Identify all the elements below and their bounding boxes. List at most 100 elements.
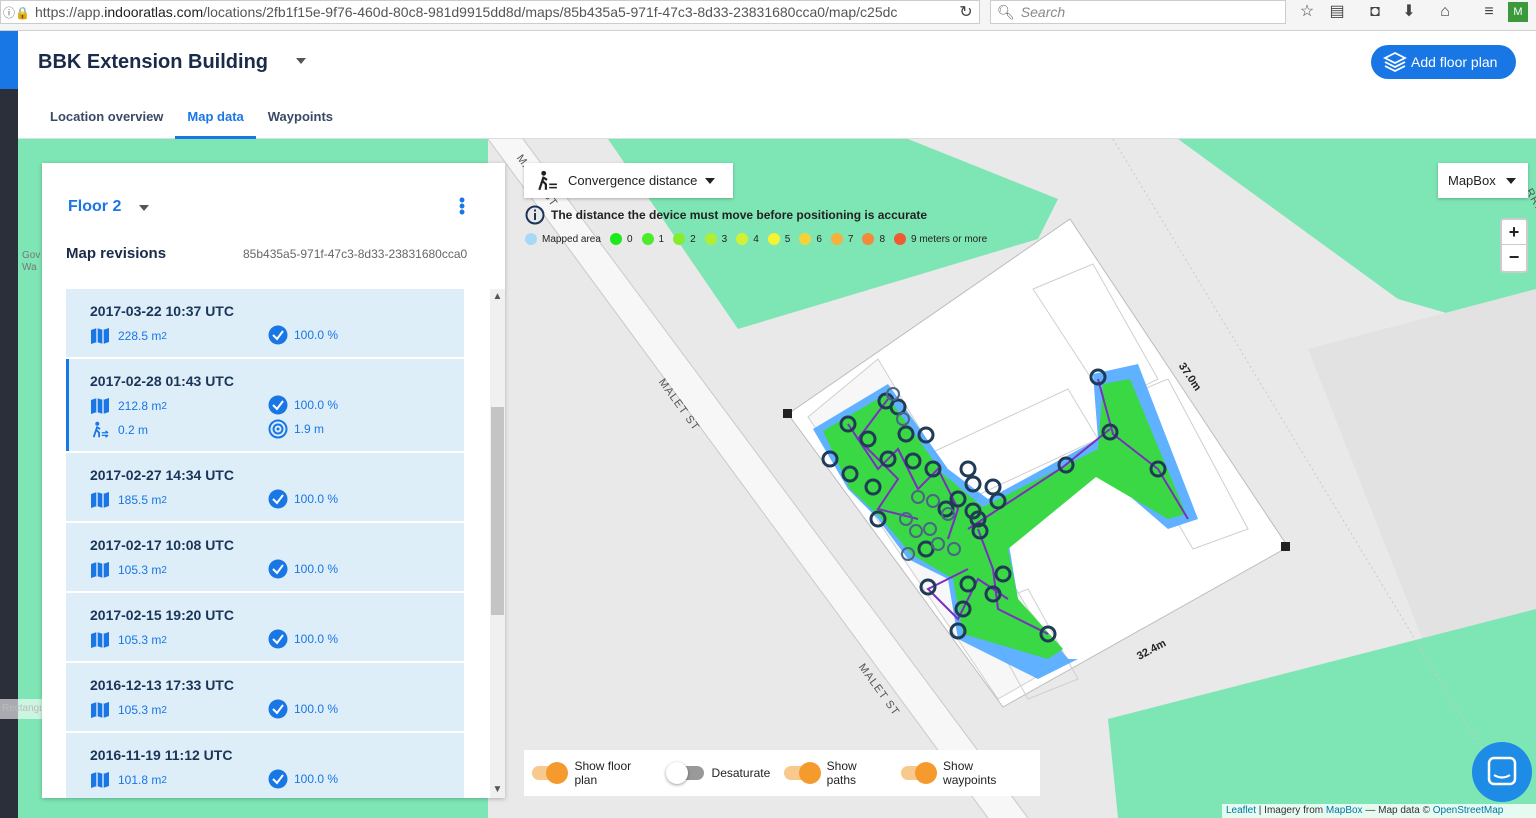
zoom-out-button[interactable]: − xyxy=(1502,245,1526,270)
display-toggles: Show floor plan Desaturate Show paths Sh… xyxy=(524,750,1040,796)
chat-button[interactable] xyxy=(1472,742,1532,802)
toggle-show-paths[interactable]: Show paths xyxy=(784,759,886,787)
floor-selector[interactable]: Floor 2 xyxy=(68,198,121,216)
legend-swatch xyxy=(525,233,537,245)
map-icon xyxy=(91,632,109,648)
revisions-title: Map revisions xyxy=(66,245,167,262)
toggle-label: Desaturate xyxy=(711,766,771,780)
pocket-icon[interactable]: ◘ xyxy=(1364,2,1386,22)
legend-item: 1 xyxy=(641,233,664,245)
layer-info-text: The distance the device must move before… xyxy=(551,208,928,222)
check-circle-icon xyxy=(268,629,288,649)
zoom-in-button[interactable]: + xyxy=(1502,220,1526,245)
revision-panel: Floor 2 • • • Map revisions 85b435a5-971f-… xyxy=(42,163,505,798)
toggle-switch[interactable] xyxy=(900,762,938,784)
legend-swatch xyxy=(862,233,875,245)
revision-date: 2016-11-19 11:12 UTC xyxy=(90,747,233,763)
legend-label: 6 xyxy=(816,233,822,245)
reading-list-icon[interactable]: ▤ xyxy=(1326,2,1348,22)
scroll-down-icon[interactable]: ▼ xyxy=(490,784,505,796)
menu-icon[interactable]: ≡ xyxy=(1478,2,1500,22)
legend-label: 3 xyxy=(721,233,728,245)
legend-swatch xyxy=(830,233,843,245)
revision-scrollbar[interactable]: ▲ ▼ xyxy=(490,289,505,798)
basemap-label: MapBox xyxy=(1448,173,1496,188)
revision-item-selected[interactable]: 2017-02-28 01:43 UTC 212.8 m2 100.0 % 0.… xyxy=(66,359,464,451)
layers-icon xyxy=(1383,51,1407,73)
add-floor-plan-button[interactable]: Add floor plan xyxy=(1371,45,1516,79)
revision-item[interactable]: 2017-02-17 10:08 UTC 105.3 m2 100.0 % xyxy=(66,523,464,591)
legend-item: 8 xyxy=(862,233,885,245)
map-icon xyxy=(91,702,109,718)
walking-person-icon xyxy=(538,170,557,190)
map-attribution: Leaflet | Imagery from MapBox — Map data… xyxy=(1222,804,1536,818)
chevron-down-icon[interactable] xyxy=(139,205,149,211)
check-circle-icon xyxy=(268,325,288,345)
browser-search-input[interactable]: 🔍︎ Search xyxy=(990,0,1286,24)
toggle-switch[interactable] xyxy=(665,762,704,784)
map-icon xyxy=(91,398,109,414)
reload-icon[interactable]: ↻ xyxy=(953,1,979,25)
revision-item[interactable]: 2017-02-15 19:20 UTC 105.3 m2 100.0 % xyxy=(66,593,464,661)
scroll-up-icon[interactable]: ▲ xyxy=(490,291,505,303)
chevron-down-icon[interactable] xyxy=(296,58,306,64)
toggle-desaturate[interactable]: Desaturate xyxy=(665,762,771,784)
building-title[interactable]: BBK Extension Building xyxy=(38,51,268,74)
tab-waypoints[interactable]: Waypoints xyxy=(256,95,345,139)
more-options-icon[interactable]: • • • xyxy=(456,191,468,221)
legend-item: 9 meters or more xyxy=(894,233,987,245)
legend: Mapped area 0 1 2 3 4 5 6 7 8 9 meters or more xyxy=(525,233,996,245)
legend-item: 2 xyxy=(673,233,696,245)
chevron-down-icon xyxy=(705,177,716,184)
tab-bar: Location overview Map data Waypoints xyxy=(38,95,345,139)
tab-map-data[interactable]: Map data xyxy=(175,95,256,139)
revision-item[interactable]: 2017-02-27 14:34 UTC 185.5 m2 100.0 % xyxy=(66,453,464,521)
url-bar[interactable]: ⓘ🔒 https://app.indooratlas.com/locations… xyxy=(0,0,980,24)
home-icon[interactable]: ⌂ xyxy=(1434,2,1456,22)
walking-person-icon xyxy=(92,421,109,438)
revision-date: 2017-02-17 10:08 UTC xyxy=(90,537,234,553)
zoom-control: + − xyxy=(1500,218,1528,273)
url-text: https://app.indooratlas.com/locations/2f… xyxy=(35,4,898,20)
revision-date: 2017-03-22 10:37 UTC xyxy=(90,303,234,319)
toggle-switch[interactable] xyxy=(784,762,821,784)
check-circle-icon xyxy=(268,489,288,509)
search-icon: 🔍︎ xyxy=(997,4,1015,20)
map-icon xyxy=(91,562,109,578)
basemap-dropdown[interactable]: MapBox xyxy=(1438,163,1528,198)
revision-date: 2017-02-28 01:43 UTC xyxy=(90,373,234,389)
toggle-show-floor-plan[interactable]: Show floor plan xyxy=(532,759,654,787)
revision-date: 2017-02-27 14:34 UTC xyxy=(90,467,234,483)
browser-toolbar: ⓘ🔒 https://app.indooratlas.com/locations… xyxy=(0,0,1536,31)
legend-item: 0 xyxy=(609,233,633,245)
layer-dropdown-label: Convergence distance xyxy=(568,173,698,188)
scroll-thumb[interactable] xyxy=(491,407,504,615)
map-icon xyxy=(91,492,109,508)
map-place-label: Gov Wa xyxy=(22,250,41,273)
legend-swatch xyxy=(799,233,812,245)
toggle-switch[interactable] xyxy=(532,762,569,784)
mapbox-link[interactable]: MapBox xyxy=(1326,805,1363,816)
anchor-marker xyxy=(1281,542,1290,551)
legend-item: Mapped area xyxy=(525,233,601,245)
legend-swatch xyxy=(641,233,654,245)
tab-location-overview[interactable]: Location overview xyxy=(38,95,175,139)
attribution-text: | Imagery from xyxy=(1256,805,1326,816)
chat-icon xyxy=(1487,756,1517,786)
revision-item[interactable]: 2016-12-13 17:33 UTC 105.3 m2 100.0 % xyxy=(66,663,464,731)
revision-list[interactable]: 2017-03-22 10:37 UTC 228.5 m2 100.0 % 20… xyxy=(66,289,464,798)
layer-dropdown[interactable]: Convergence distance xyxy=(524,163,733,198)
check-circle-icon xyxy=(268,395,288,415)
revision-item[interactable]: 2017-03-22 10:37 UTC 228.5 m2 100.0 % xyxy=(66,289,464,357)
revision-item[interactable]: 2016-11-19 11:12 UTC 101.8 m2 100.0 % xyxy=(66,733,464,798)
extension-icon[interactable]: M xyxy=(1508,2,1528,22)
security-icon[interactable]: ⓘ🔒 xyxy=(1,4,35,21)
toggle-show-waypoints[interactable]: Show waypoints xyxy=(900,759,1026,787)
legend-swatch xyxy=(736,233,749,245)
download-icon[interactable]: ⬇ xyxy=(1398,2,1420,22)
revision-date: 2016-12-13 17:33 UTC xyxy=(90,677,234,693)
bookmark-star-icon[interactable]: ☆ xyxy=(1296,2,1318,22)
leaflet-link[interactable]: Leaflet xyxy=(1226,805,1256,816)
add-floor-plan-label: Add floor plan xyxy=(1411,54,1498,70)
osm-link[interactable]: OpenStreetMap xyxy=(1433,805,1504,816)
